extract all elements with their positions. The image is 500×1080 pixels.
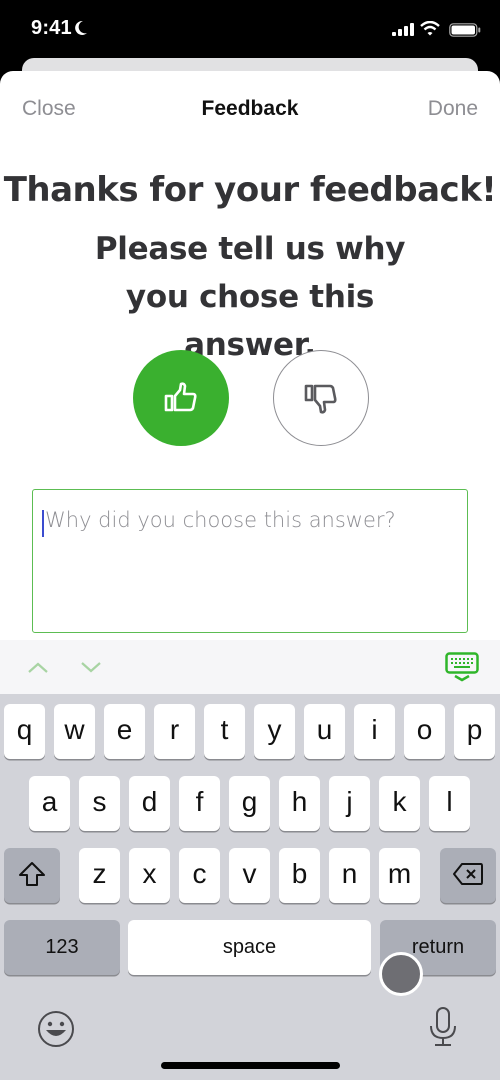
backspace-icon (453, 862, 483, 885)
done-button[interactable]: Done (428, 97, 478, 121)
numbers-key[interactable]: 123 (4, 920, 120, 975)
key-l[interactable]: l (429, 776, 470, 831)
emoji-icon[interactable] (37, 1010, 75, 1048)
chevron-down-icon[interactable] (79, 658, 103, 676)
key-x[interactable]: x (129, 848, 170, 903)
key-m[interactable]: m (379, 848, 420, 903)
key-k[interactable]: k (379, 776, 420, 831)
status-time: 9:41 (31, 17, 72, 39)
keyboard-accessory-bar (0, 640, 500, 694)
wifi-icon (420, 21, 440, 36)
keyboard-dismiss-icon[interactable] (445, 652, 479, 682)
answer-textarea[interactable]: Why did you choose this answer? (32, 489, 468, 633)
answer-placeholder: Why did you choose this answer? (45, 508, 396, 532)
page-title: Feedback (201, 97, 299, 120)
battery-icon (449, 23, 481, 37)
key-p[interactable]: p (454, 704, 495, 759)
status-bar: 9:41 (0, 0, 500, 58)
cellular-signal-icon (392, 23, 414, 36)
chevron-up-icon[interactable] (26, 658, 50, 676)
key-z[interactable]: z (79, 848, 120, 903)
key-c[interactable]: c (179, 848, 220, 903)
key-w[interactable]: w (54, 704, 95, 759)
prompt-heading: Please tell us why you chose this answer… (94, 231, 406, 363)
key-g[interactable]: g (229, 776, 270, 831)
key-j[interactable]: j (329, 776, 370, 831)
text-caret (42, 510, 44, 537)
key-e[interactable]: e (104, 704, 145, 759)
key-o[interactable]: o (404, 704, 445, 759)
key-r[interactable]: r (154, 704, 195, 759)
moon-icon (75, 20, 87, 35)
thumbs-up-button[interactable] (133, 350, 229, 446)
key-n[interactable]: n (329, 848, 370, 903)
key-a[interactable]: a (29, 776, 70, 831)
keyboard: qwertyuiop asdfghjkl zxcvbnm 123 space r… (0, 694, 500, 1080)
shift-icon (19, 861, 45, 886)
key-f[interactable]: f (179, 776, 220, 831)
thumbs-up-icon (164, 382, 197, 412)
key-u[interactable]: u (304, 704, 345, 759)
shift-key[interactable] (4, 848, 60, 903)
key-d[interactable]: d (129, 776, 170, 831)
key-t[interactable]: t (204, 704, 245, 759)
touch-indicator (379, 952, 423, 996)
thumbs-down-icon (304, 384, 337, 414)
thanks-heading: Thanks for your feedback! (3, 170, 497, 210)
key-i[interactable]: i (354, 704, 395, 759)
space-key[interactable]: space (128, 920, 371, 975)
key-h[interactable]: h (279, 776, 320, 831)
key-s[interactable]: s (79, 776, 120, 831)
key-v[interactable]: v (229, 848, 270, 903)
key-y[interactable]: y (254, 704, 295, 759)
key-b[interactable]: b (279, 848, 320, 903)
backspace-key[interactable] (440, 848, 496, 903)
key-q[interactable]: q (4, 704, 45, 759)
microphone-icon[interactable] (428, 1006, 458, 1048)
thumbs-down-button[interactable] (273, 350, 369, 446)
home-indicator (161, 1062, 340, 1069)
